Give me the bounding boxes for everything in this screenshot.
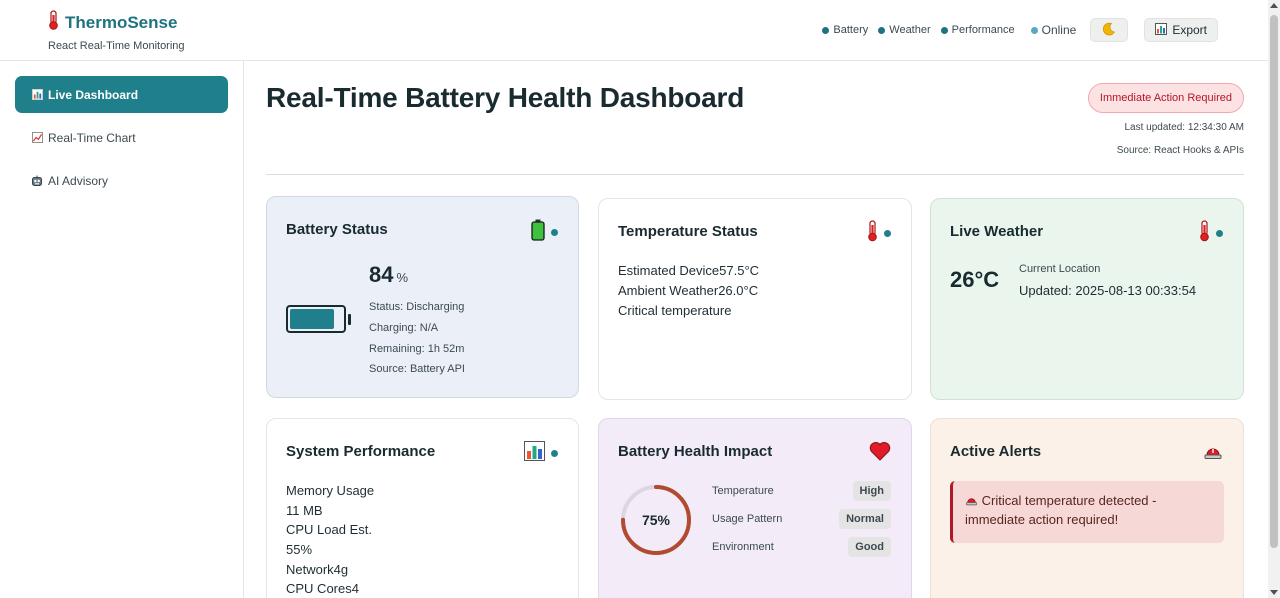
legend-performance: Performance	[940, 24, 1015, 36]
card-icons	[1203, 442, 1223, 465]
bar-chart-icon	[524, 441, 545, 466]
status-dot	[1216, 230, 1223, 237]
header-actions: Battery Weather Performance Online Expor…	[822, 18, 1218, 42]
memory-usage-label: Memory Usage	[286, 483, 375, 498]
live-weather-card: Live Weather 26°C Current Location Updat…	[930, 198, 1244, 400]
sidebar-item-live-dashboard[interactable]: Live Dashboard	[15, 76, 228, 113]
battery-remaining-text: Remaining: 1h 52m	[369, 343, 465, 355]
battery-icon	[531, 219, 545, 246]
battery-status-card: Battery Status 84% Status: Discharging C…	[266, 196, 579, 398]
active-alerts-card: Active Alerts Critical temperature detec…	[930, 418, 1244, 598]
battery-charging-text: Charging: N/A	[369, 322, 439, 334]
status-badge: Immediate Action Required	[1087, 83, 1244, 113]
cpu-cores: CPU Cores4	[286, 581, 359, 596]
card-title: Live Weather	[950, 223, 1044, 240]
robot-icon	[31, 175, 43, 187]
card-title: Battery Status	[286, 221, 388, 238]
siren-icon	[1203, 442, 1223, 465]
brand: ThermoSense React Real-Time Monitoring	[48, 10, 185, 52]
battery-fill	[290, 309, 334, 329]
card-icons	[531, 219, 558, 246]
factor-label: Environment	[712, 541, 774, 553]
status-dot	[1030, 26, 1038, 34]
status-dot	[822, 26, 830, 34]
status-dot	[884, 230, 891, 237]
card-title: Temperature Status	[618, 223, 758, 240]
card-title: Battery Health Impact	[618, 443, 773, 460]
export-button[interactable]: Export	[1144, 18, 1218, 42]
card-icons	[524, 441, 558, 466]
theme-toggle-button[interactable]	[1090, 18, 1129, 42]
factor-badge: Good	[848, 537, 891, 557]
system-performance-card: System Performance Memory Usage 11 MB CP…	[266, 418, 579, 598]
scroll-up-arrow[interactable]	[1270, 3, 1278, 8]
card-title: Active Alerts	[950, 443, 1042, 460]
export-label: Export	[1172, 23, 1207, 37]
factor-label: Usage Pattern	[712, 513, 783, 525]
scrollbar-thumb[interactable]	[1270, 15, 1278, 548]
thermometer-icon	[48, 10, 59, 35]
line-chart-icon	[31, 132, 43, 144]
last-updated: Last updated: 12:34:30 AM	[1124, 122, 1244, 133]
factor-badge: High	[852, 481, 891, 501]
status-dot	[551, 229, 558, 236]
health-score: 75%	[641, 512, 671, 528]
sidebar-item-label: Live Dashboard	[48, 87, 139, 102]
brand-subtitle: React Real-Time Monitoring	[48, 40, 185, 52]
card-title: System Performance	[286, 443, 436, 460]
weather-location: Current Location	[1019, 263, 1101, 275]
memory-usage-value: 11 MB	[286, 503, 323, 518]
factor-label: Temperature	[712, 485, 774, 497]
network-type: Network4g	[286, 562, 349, 577]
thermometer-icon	[867, 220, 878, 247]
card-icons	[1199, 220, 1223, 247]
scrollbar[interactable]	[1268, 0, 1280, 598]
data-source: Source: React Hooks & APIs	[1116, 145, 1244, 156]
battery-status-text: Status: Discharging	[369, 301, 465, 313]
sidebar: Live Dashboard Real-Time Chart AI Adviso…	[0, 61, 244, 598]
brand-name: ThermoSense	[65, 12, 178, 32]
weather-temperature: 26°C	[950, 267, 1000, 292]
sidebar-item-label: AI Advisory	[48, 173, 109, 188]
siren-icon	[965, 493, 978, 508]
battery-percent: 84%	[369, 262, 409, 287]
factor-badge: Normal	[839, 509, 891, 529]
sidebar-item-ai-advisory[interactable]: AI Advisory	[15, 162, 228, 199]
status-dot	[878, 26, 886, 34]
online-indicator: Online	[1030, 23, 1076, 37]
page-title: Real-Time Battery Health Dashboard	[266, 82, 745, 113]
app-header: ThermoSense React Real-Time Monitoring B…	[0, 0, 1268, 61]
weather-updated: Updated: 2025-08-13 00:33:54	[1019, 283, 1197, 298]
card-icons	[867, 220, 891, 247]
cpu-load-label: CPU Load Est.	[286, 522, 372, 537]
alert-text: Critical temperature detected - immediat…	[965, 493, 1157, 527]
sidebar-item-real-time-chart[interactable]: Real-Time Chart	[15, 119, 228, 156]
legend-weather: Weather	[878, 24, 931, 36]
temperature-status-card: Temperature Status Estimated Device57.5°…	[598, 198, 912, 400]
thermometer-icon	[1199, 220, 1210, 247]
card-icons	[869, 441, 891, 466]
ambient-temperature: Ambient Weather26.0°C	[618, 283, 759, 298]
bar-chart-icon	[1155, 22, 1168, 38]
alert-item: Critical temperature detected - immediat…	[950, 481, 1224, 543]
status-dot	[940, 26, 948, 34]
brand-title: ThermoSense	[48, 10, 185, 35]
battery-level-graphic	[286, 305, 351, 333]
status-dot	[551, 450, 558, 457]
legend-battery: Battery	[822, 24, 868, 36]
temperature-level: Critical temperature	[618, 303, 732, 318]
bar-chart-icon	[31, 89, 43, 101]
sidebar-item-label: Real-Time Chart	[48, 130, 136, 145]
battery-health-impact-card: Battery Health Impact 75% Temperature Hi…	[598, 418, 912, 598]
cpu-load-value: 55%	[286, 542, 313, 557]
divider	[266, 174, 1244, 175]
battery-source-text: Source: Battery API	[369, 363, 465, 375]
device-temperature: Estimated Device57.5°C	[618, 263, 760, 278]
scroll-down-arrow[interactable]	[1270, 590, 1278, 595]
heart-icon	[869, 441, 891, 466]
battery-nub	[348, 314, 351, 325]
moon-icon	[1102, 22, 1116, 39]
